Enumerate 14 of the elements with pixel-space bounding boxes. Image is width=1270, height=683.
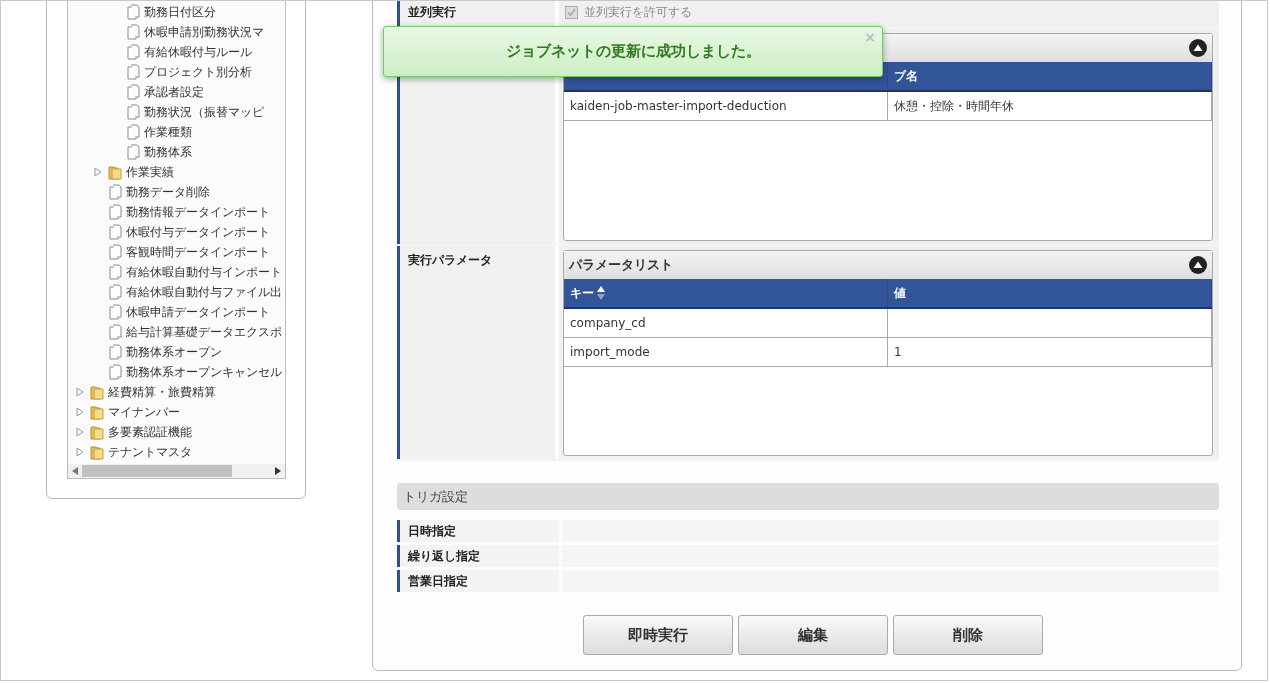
field-label: 繰り返し指定 — [397, 545, 559, 567]
section-header: トリガ設定 — [397, 483, 1219, 510]
table-cell: 1 — [888, 338, 1212, 366]
panel-title: パラメータリスト — [569, 256, 673, 274]
field-label: 実行パラメータ — [397, 246, 555, 459]
table-cell: 休憩・控除・時間年休 — [888, 92, 1212, 120]
field-label: 並列実行 — [397, 1, 555, 27]
field-label: 営業日指定 — [397, 570, 559, 592]
toast-message: ジョブネットの更新に成功しました。 — [505, 42, 761, 61]
table-cell: kaiden-job-master-import-deduction — [564, 92, 888, 120]
table-cell: company_cd — [564, 309, 888, 337]
table-cell: import_mode — [564, 338, 888, 366]
field-label: 日時指定 — [397, 520, 559, 542]
checkbox-label: 並列実行を許可する — [584, 4, 692, 21]
